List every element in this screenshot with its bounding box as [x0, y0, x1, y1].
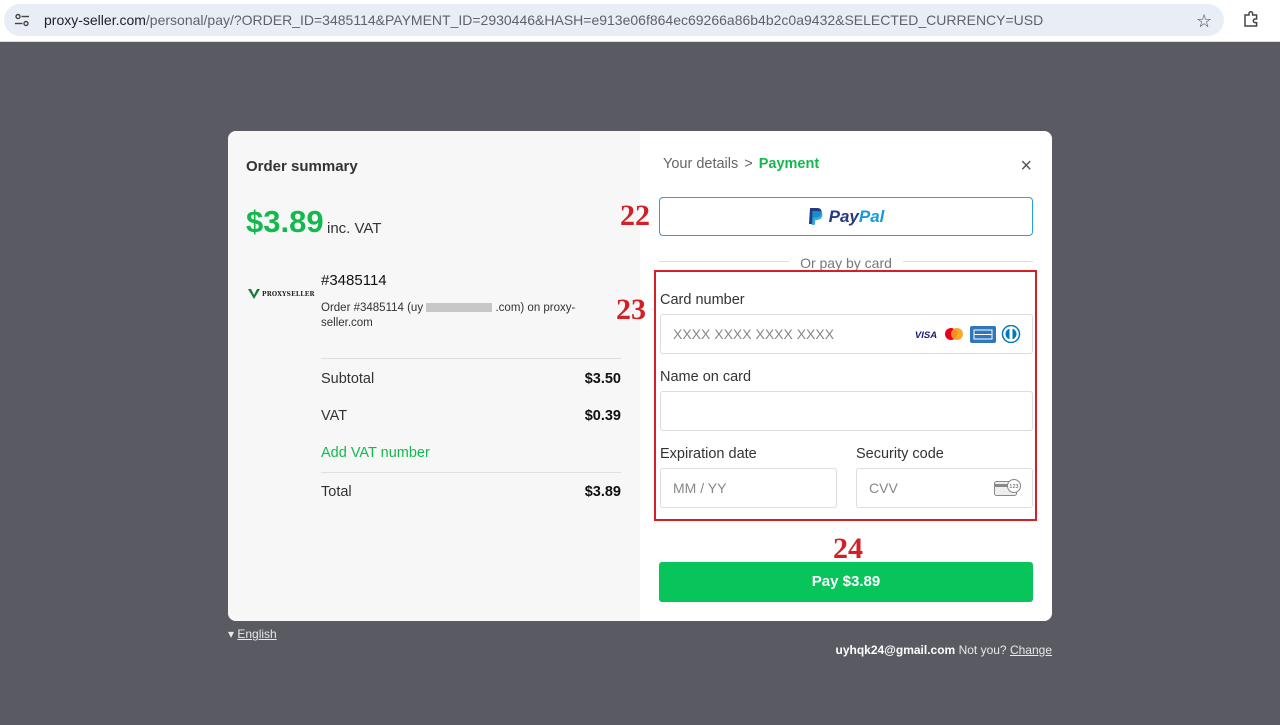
- name-on-card-input[interactable]: [660, 391, 1033, 431]
- divider: [321, 358, 621, 359]
- extensions-icon[interactable]: [1242, 10, 1260, 28]
- language-selector[interactable]: ▾ English: [228, 627, 277, 641]
- bookmark-star-icon[interactable]: ☆: [1196, 11, 1212, 32]
- order-description: Order #3485114 (uy .com) on proxy-seller…: [321, 301, 591, 331]
- total-label: Total: [321, 484, 352, 500]
- language-label: English: [237, 627, 277, 641]
- paypal-button[interactable]: PayPal: [659, 197, 1033, 236]
- card-fields-highlight: Card number XXXX XXXX XXXX XXXX VISA Nam…: [654, 270, 1037, 521]
- url-host: proxy-seller.com: [44, 12, 146, 28]
- visa-icon: VISA: [915, 330, 937, 341]
- card-number-input[interactable]: XXXX XXXX XXXX XXXX VISA: [660, 314, 1033, 354]
- card-number-placeholder: XXXX XXXX XXXX XXXX: [673, 326, 835, 342]
- security-code-input[interactable]: CVV 123: [856, 468, 1033, 508]
- breadcrumb-your-details[interactable]: Your details: [663, 156, 738, 172]
- order-desc-prefix: Order #3485114 (uy: [321, 302, 424, 314]
- divider: [321, 472, 621, 473]
- name-on-card-label: Name on card: [660, 369, 752, 385]
- paypal-word-pay: Pay: [828, 206, 859, 226]
- order-price: $3.89: [246, 204, 324, 239]
- annotation-22: 22: [620, 199, 650, 232]
- security-code-placeholder: CVV: [869, 480, 898, 496]
- card-number-label: Card number: [660, 292, 745, 308]
- proxyseller-logo: PROXYSELLER: [248, 289, 315, 299]
- vat-value: $0.39: [584, 408, 621, 424]
- vat-label: VAT: [321, 408, 348, 424]
- order-id: #3485114: [321, 272, 387, 289]
- account-email: uyhqk24@gmail.com: [835, 643, 956, 657]
- browser-toolbar: proxy-seller.com/personal/pay/?ORDER_ID=…: [0, 0, 1280, 42]
- amex-icon: [970, 325, 996, 343]
- pay-button[interactable]: Pay $3.89: [659, 562, 1033, 602]
- add-vat-number-link[interactable]: Add VAT number: [321, 445, 430, 461]
- close-button[interactable]: ×: [1020, 156, 1032, 176]
- breadcrumb-payment: Payment: [758, 156, 820, 172]
- not-you-text: Not you?: [958, 643, 1007, 657]
- subtotal-value: $3.50: [584, 371, 621, 387]
- cvv-icon-text: 123: [1009, 484, 1018, 490]
- url-path: /personal/pay/?ORDER_ID=3485114&PAYMENT_…: [145, 12, 1044, 28]
- checkout-breadcrumb: Your details > Payment: [663, 156, 819, 172]
- or-pay-by-card: Or pay by card: [640, 255, 1052, 271]
- subtotal-label: Subtotal: [321, 371, 375, 387]
- security-code-label: Security code: [856, 446, 944, 462]
- expiration-date-input[interactable]: MM / YY: [660, 468, 837, 508]
- annotation-23: 23: [616, 293, 646, 326]
- caret-down-icon: ▾: [228, 627, 235, 641]
- redacted-block: [426, 303, 493, 313]
- logo-mark-icon: [248, 289, 260, 299]
- paypal-word-pal: Pal: [858, 206, 885, 226]
- order-summary-panel: Order summary $3.89 inc. VAT PROXYSELLER…: [228, 131, 640, 621]
- svg-text:VISA: VISA: [915, 330, 937, 341]
- expiration-date-placeholder: MM / YY: [673, 480, 727, 496]
- breadcrumb-separator: >: [744, 156, 753, 172]
- vat-note: inc. VAT: [327, 220, 382, 237]
- account-info: uyhqk24@gmail.com Not you? Change: [835, 643, 1052, 657]
- annotation-24: 24: [833, 532, 863, 565]
- address-bar[interactable]: proxy-seller.com/personal/pay/?ORDER_ID=…: [4, 4, 1224, 36]
- site-info-icon[interactable]: [14, 13, 30, 27]
- logo-text: PROXYSELLER: [262, 290, 315, 298]
- expiration-date-label: Expiration date: [660, 446, 757, 462]
- card-brand-icons: VISA: [914, 325, 1022, 343]
- paypal-wordmark: PayPal: [829, 207, 885, 227]
- paypal-icon: [808, 208, 823, 225]
- url-text[interactable]: proxy-seller.com/personal/pay/?ORDER_ID=…: [44, 12, 1043, 28]
- mastercard-icon: [945, 328, 963, 340]
- or-pay-by-card-label: Or pay by card: [792, 255, 900, 271]
- change-account-link[interactable]: Change: [1010, 643, 1052, 657]
- order-summary-title: Order summary: [246, 158, 358, 175]
- diners-club-icon: [1001, 325, 1021, 343]
- cvv-card-icon: 123: [994, 479, 1021, 496]
- total-value: $3.89: [584, 484, 621, 500]
